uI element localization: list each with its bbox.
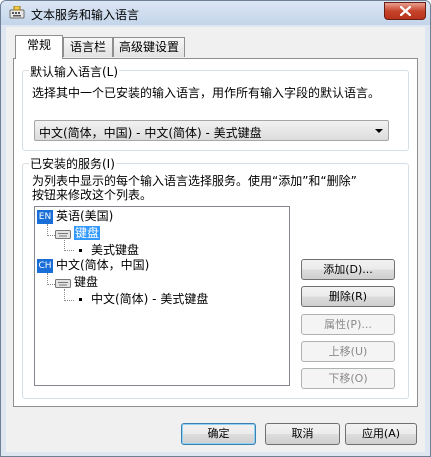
tree-item-us-keyboard[interactable]: 美式键盘 bbox=[79, 242, 139, 258]
remove-button[interactable]: 删除(R) bbox=[301, 286, 395, 307]
tree-item-label: 键盘 bbox=[74, 226, 101, 240]
bullet-icon bbox=[79, 249, 82, 252]
bullet-icon bbox=[79, 298, 82, 301]
tree-item-chinese-us-keyboard[interactable]: 中文(简体) - 美式键盘 bbox=[79, 291, 208, 307]
keyboard-icon bbox=[55, 229, 71, 239]
add-button[interactable]: 添加(D)... bbox=[301, 259, 395, 280]
default-language-selected-value: 中文(简体，中国) - 中文(简体) - 美式键盘 bbox=[39, 126, 262, 140]
default-language-group-label: 默认输入语言(L) bbox=[29, 63, 120, 80]
default-language-select[interactable]: 中文(简体，中国) - 中文(简体) - 美式键盘 bbox=[34, 120, 389, 141]
keyboard-icon bbox=[55, 278, 71, 288]
installed-services-description-line2: 按钮来修改这个列表。 bbox=[32, 188, 153, 202]
dialog-client-area: 常规 语言栏 高级键设置 默认输入语言(L) 选择其中一个已安装的输入语言，用作… bbox=[6, 27, 425, 452]
tree-item-label: 美式键盘 bbox=[91, 243, 140, 257]
tab-advanced-key-settings[interactable]: 高级键设置 bbox=[113, 37, 185, 57]
tree-item-label: 英语(美国) bbox=[56, 209, 114, 223]
chevron-down-icon bbox=[375, 129, 383, 133]
ok-button[interactable]: 确定 bbox=[181, 423, 256, 445]
tree-item-label: 中文(简体) - 美式键盘 bbox=[91, 292, 209, 306]
installed-services-group-label: 已安装的服务(I) bbox=[29, 155, 116, 172]
tree-item-chinese-simplified[interactable]: CH 中文(简体，中国) bbox=[37, 257, 149, 273]
tab-language-bar[interactable]: 语言栏 bbox=[63, 37, 113, 57]
tree-item-label: 中文(简体，中国) bbox=[56, 258, 150, 272]
ch-language-icon: CH bbox=[37, 258, 53, 273]
keyboard-app-icon bbox=[9, 5, 25, 20]
default-language-description: 选择其中一个已安装的输入语言，用作所有输入字段的默认语言。 bbox=[32, 86, 381, 100]
en-language-icon: EN bbox=[37, 209, 53, 224]
tree-item-keyboard-category-en[interactable]: 键盘 bbox=[55, 225, 101, 241]
close-button[interactable] bbox=[384, 2, 426, 20]
properties-button[interactable]: 属性(P)... bbox=[301, 314, 395, 335]
cancel-button[interactable]: 取消 bbox=[265, 423, 340, 445]
close-icon bbox=[400, 6, 411, 16]
installed-services-tree[interactable]: EN 英语(美国) 键盘 美式键盘 CH 中文(简体，中国) 键盘 中文(简体) -… bbox=[34, 206, 290, 386]
dialog-window: 文本服务和输入语言 常规 语言栏 高级键设置 默认输入语言(L) 选择其中一个已… bbox=[0, 0, 431, 457]
move-down-button[interactable]: 下移(O) bbox=[301, 368, 395, 389]
apply-button[interactable]: 应用(A) bbox=[345, 423, 417, 445]
tree-item-label: 键盘 bbox=[74, 275, 99, 289]
title-bar[interactable]: 文本服务和输入语言 bbox=[1, 1, 430, 25]
tree-item-english-us[interactable]: EN 英语(美国) bbox=[37, 208, 113, 224]
tree-item-keyboard-category-ch[interactable]: 键盘 bbox=[55, 274, 98, 290]
tab-general[interactable]: 常规 bbox=[15, 35, 63, 59]
window-title: 文本服务和输入语言 bbox=[31, 8, 140, 22]
tab-panel-general: 默认输入语言(L) 选择其中一个已安装的输入语言，用作所有输入字段的默认语言。 … bbox=[13, 58, 418, 407]
move-up-button[interactable]: 上移(U) bbox=[301, 341, 395, 362]
